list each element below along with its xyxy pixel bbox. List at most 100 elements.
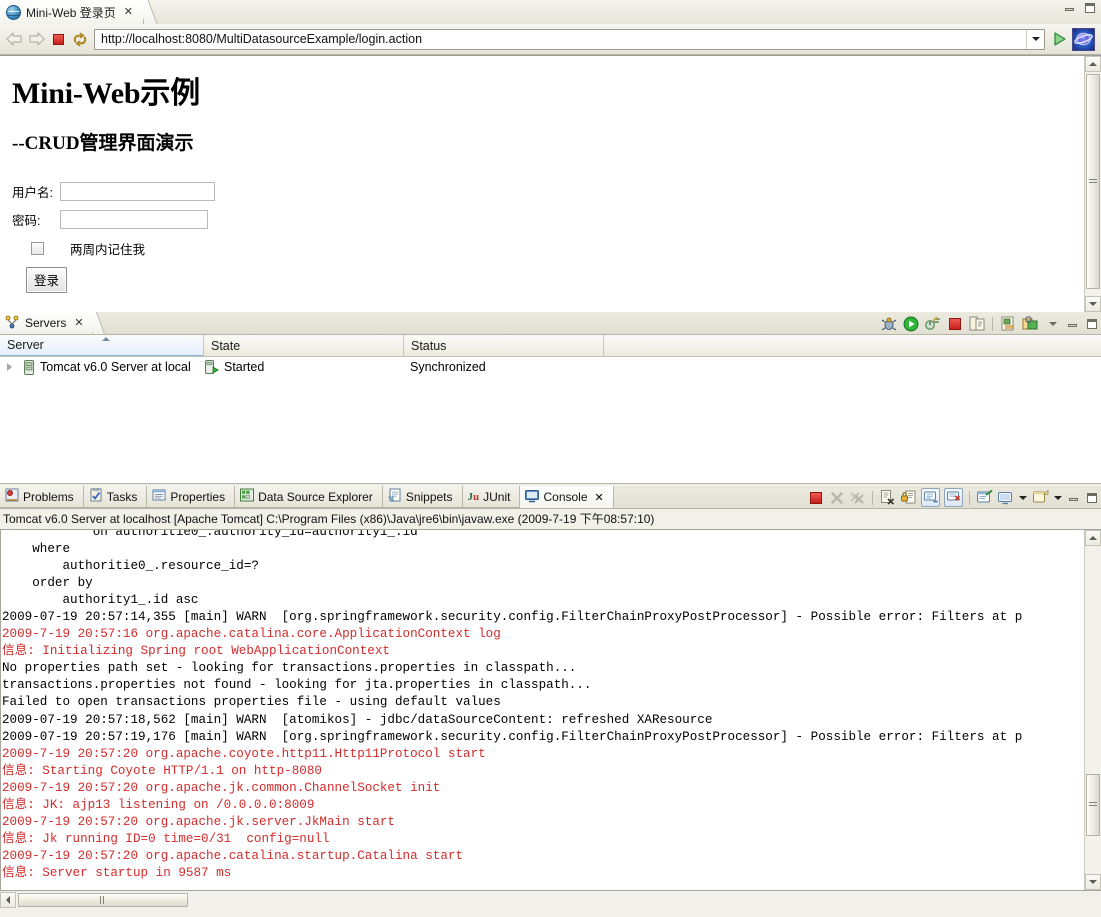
tab-label: Problems (23, 489, 74, 504)
scrollbar-thumb[interactable] (18, 893, 188, 907)
console-horizontal-scrollbar[interactable] (0, 892, 1083, 909)
snippets-icon (387, 488, 402, 505)
globe-icon (6, 4, 21, 20)
tab-tasks[interactable]: Tasks (83, 486, 148, 508)
username-input[interactable] (60, 181, 215, 201)
remove-all-launches-icon (849, 489, 866, 506)
show-console-on-output-icon[interactable] (944, 488, 963, 507)
scroll-up-arrow-icon[interactable] (1085, 530, 1101, 546)
clear-console-icon[interactable] (879, 489, 896, 506)
debug-icon[interactable] (880, 315, 897, 332)
tab-properties[interactable]: Properties (147, 486, 236, 508)
servers-tab-label: Servers (25, 316, 67, 330)
tab-snippets[interactable]: Snippets (382, 486, 463, 508)
refresh-icon[interactable] (69, 28, 91, 50)
page-subtitle: --CRUD管理界面演示 (12, 133, 194, 154)
username-label: 用户名: (12, 185, 53, 200)
open-console-icon[interactable] (976, 489, 993, 506)
minimize-icon[interactable] (1066, 318, 1080, 330)
servers-toolbar (880, 313, 1099, 334)
view-menu-icon[interactable] (1044, 315, 1061, 332)
scroll-down-arrow-icon[interactable] (1085, 874, 1101, 890)
console-vertical-scrollbar[interactable] (1084, 530, 1101, 890)
scroll-down-arrow-icon[interactable] (1085, 296, 1101, 312)
page-title: Mini-Web示例 (12, 77, 201, 110)
scroll-lock-icon[interactable] (900, 489, 917, 506)
maximize-icon[interactable] (1085, 492, 1099, 504)
password-row: 密码: (12, 205, 1084, 233)
tab-console[interactable]: Console ✕ (520, 486, 614, 508)
close-icon[interactable]: ✕ (124, 6, 133, 18)
publish-icon[interactable] (968, 315, 985, 332)
new-console-icon[interactable] (1032, 489, 1049, 506)
minimize-icon[interactable] (1063, 2, 1077, 14)
stop-icon[interactable] (946, 315, 963, 332)
pin-console-icon[interactable] (921, 488, 940, 507)
go-play-icon[interactable] (1048, 27, 1072, 51)
column-header-filler (604, 335, 1101, 356)
console-output-area[interactable]: on authoritie0_.authority_id=authority1_… (0, 529, 1101, 891)
console-line: 信息: Initializing Spring root WebApplicat… (2, 644, 390, 659)
separator2 (969, 490, 970, 505)
console-toolbar (807, 487, 1099, 508)
tab-data-source-explorer[interactable]: Data Source Explorer (235, 486, 383, 508)
console-line: No properties path set - looking for tra… (2, 661, 577, 676)
expand-twisty-icon[interactable] (0, 363, 18, 371)
internet-explorer-icon[interactable] (1072, 27, 1095, 51)
console-line: 信息: JK: ajp13 listening on /0.0.0.0:8009 (2, 797, 315, 812)
show-in-icon[interactable] (1000, 315, 1017, 332)
remember-me-checkbox[interactable] (31, 241, 44, 255)
terminate-icon[interactable] (807, 489, 824, 506)
console-line: 2009-07-19 20:57:18,562 [main] WARN [ato… (2, 712, 713, 727)
server-icon (18, 359, 40, 375)
tab-servers[interactable]: Servers ✕ (0, 312, 93, 334)
servers-view: Servers ✕ Server State Status Tomcat v6.… (0, 312, 1101, 484)
console-text[interactable]: on authoritie0_.authority_id=authority1_… (1, 530, 1083, 890)
datasource-icon (240, 488, 255, 505)
url-text[interactable]: http://localhost:8080/MultiDatasourceExa… (95, 32, 1026, 46)
url-bar[interactable]: http://localhost:8080/MultiDatasourceExa… (94, 28, 1045, 50)
bottom-tab-row: Problems Tasks Properties Data Source Ex… (0, 486, 1101, 509)
display-dropdown-icon[interactable] (1018, 489, 1028, 506)
password-input[interactable] (60, 209, 208, 229)
minimize-icon[interactable] (1067, 492, 1081, 504)
console-icon (525, 489, 540, 506)
run-icon[interactable] (902, 315, 919, 332)
url-history-dropdown[interactable] (1026, 29, 1044, 49)
login-page: Mini-Web示例 --CRUD管理界面演示 用户名: 密码: 两周内记住我 … (0, 56, 1084, 312)
column-header-state[interactable]: State (204, 335, 404, 356)
display-selected-console-icon[interactable] (997, 489, 1014, 506)
scroll-up-arrow-icon[interactable] (1085, 56, 1101, 72)
login-button[interactable]: 登录 (26, 267, 68, 293)
stop-icon[interactable] (47, 28, 69, 50)
profile-icon[interactable] (924, 315, 941, 332)
maximize-icon[interactable] (1085, 318, 1099, 330)
scroll-left-arrow-icon[interactable] (0, 892, 16, 908)
editor-tab-mini-web[interactable]: Mini-Web 登录页 ✕ (0, 0, 145, 24)
close-icon[interactable]: ✕ (595, 491, 604, 504)
browser-toolbar: http://localhost:8080/MultiDatasourceExa… (0, 24, 1101, 55)
console-line: authoritie0_.resource_id=? (2, 559, 259, 574)
tab-label: Console (543, 490, 588, 504)
scrollbar-thumb[interactable] (1086, 74, 1100, 289)
column-header-server[interactable]: Server (0, 335, 204, 356)
column-header-status[interactable]: Status (404, 335, 604, 356)
table-row[interactable]: Tomcat v6.0 Server at local Started Sync… (0, 357, 1101, 377)
scrollbar-thumb[interactable] (1086, 774, 1100, 836)
close-icon[interactable]: ✕ (74, 317, 83, 329)
password-label: 密码: (12, 213, 41, 228)
back-arrow-icon[interactable] (3, 28, 25, 50)
tab-problems[interactable]: Problems (0, 486, 84, 508)
tab-junit[interactable]: Ju JUnit (462, 486, 521, 508)
remove-launch-icon (828, 489, 845, 506)
add-deployment-icon[interactable] (1022, 315, 1039, 332)
console-line: 信息: Server startup in 9587 ms (2, 865, 232, 880)
new-console-dropdown-icon[interactable] (1053, 489, 1063, 506)
tab-label: JUnit (483, 489, 511, 504)
forward-arrow-icon[interactable] (25, 28, 47, 50)
junit-icon: Ju (467, 490, 480, 503)
console-line: 2009-7-19 20:57:16 org.apache.catalina.c… (2, 627, 501, 642)
console-bottom-strip (0, 891, 1101, 917)
maximize-icon[interactable] (1083, 2, 1097, 14)
browser-vertical-scrollbar[interactable] (1084, 56, 1101, 312)
